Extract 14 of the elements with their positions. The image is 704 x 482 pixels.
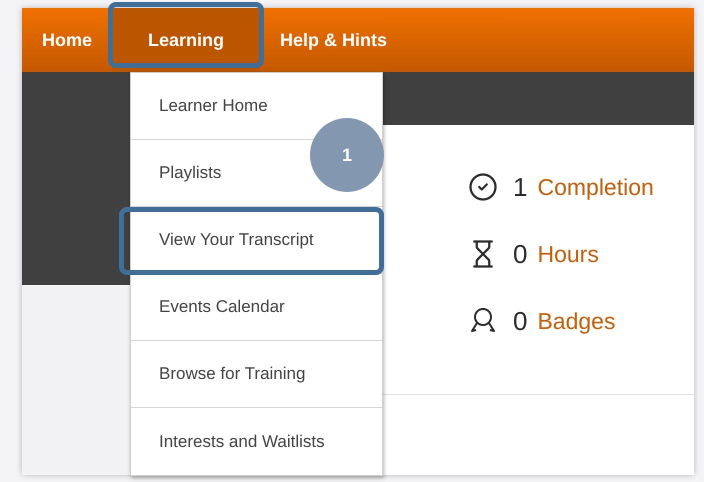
stat-count: 0 [513, 304, 528, 338]
nav-link[interactable]: Learning [112, 8, 260, 72]
nav-link[interactable]: Help & Hints [260, 8, 408, 72]
menu-item[interactable]: View Your Transcript [131, 207, 382, 274]
stat-link[interactable]: Completion [537, 170, 654, 204]
stat-link[interactable]: Badges [537, 304, 616, 338]
stat-link[interactable]: Hours [537, 236, 599, 272]
stat-count: 1 [513, 170, 528, 204]
menu-item[interactable]: Browse for Training [131, 341, 382, 408]
stat-count: 0 [513, 238, 528, 270]
check-circle-icon [468, 172, 498, 202]
menu-item[interactable]: Interests and Waitlists [131, 408, 382, 475]
nav-link[interactable]: Home [22, 8, 112, 72]
menu-item[interactable]: Events Calendar [131, 274, 382, 341]
